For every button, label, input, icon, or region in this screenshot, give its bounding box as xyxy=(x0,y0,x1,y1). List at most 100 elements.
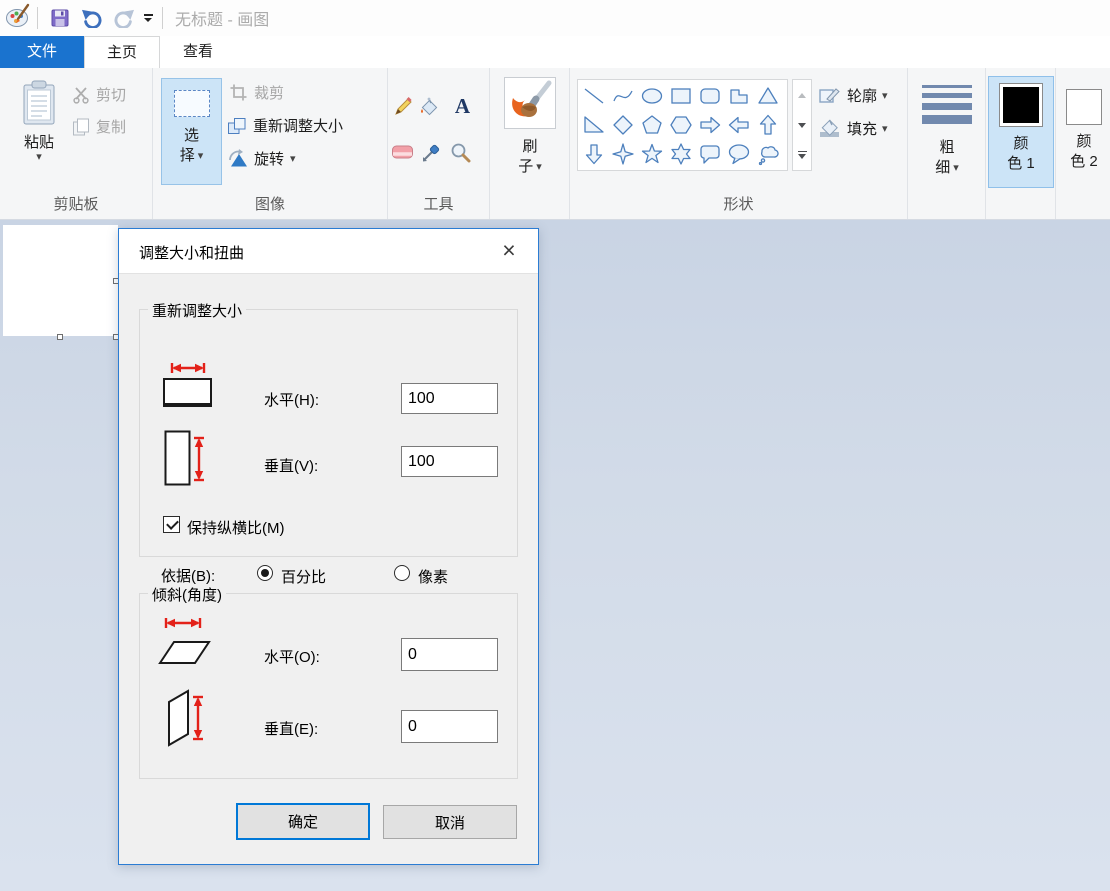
horizontal-skew-icon xyxy=(156,615,214,672)
shape-pentagon-icon[interactable] xyxy=(637,110,666,139)
line-thickness-icon xyxy=(922,85,972,129)
eraser-icon xyxy=(391,144,414,161)
brushes-button[interactable]: 刷 子▾ xyxy=(498,76,562,192)
size-label-1: 粗 xyxy=(939,138,954,158)
outline-dropdown-icon: ▾ xyxy=(882,91,888,101)
color2-label-1: 颜 xyxy=(1076,132,1091,152)
maintain-aspect-checkbox[interactable] xyxy=(163,516,180,533)
color2-label-2: 色 2 xyxy=(1070,152,1098,172)
shape-polygon-icon[interactable] xyxy=(724,81,753,110)
outline-label: 轮廓 xyxy=(847,85,877,106)
size-button[interactable]: 粗 细▾ xyxy=(914,76,980,192)
pixels-radio[interactable] xyxy=(394,565,410,581)
canvas[interactable] xyxy=(3,225,118,336)
shape-right-arrow-icon[interactable] xyxy=(695,110,724,139)
resize-vertical-input[interactable] xyxy=(401,446,498,477)
rotate-icon xyxy=(227,149,248,168)
text-tool-button[interactable]: A xyxy=(450,94,475,119)
redo-button[interactable] xyxy=(111,5,137,31)
shape-ellipse-icon[interactable] xyxy=(637,81,666,110)
resize-icon xyxy=(227,117,247,135)
shape-rectangle-icon[interactable] xyxy=(666,81,695,110)
ribbon-tabs: 文件 主页 查看 xyxy=(0,36,1110,68)
shape-oval-callout-icon[interactable] xyxy=(724,139,753,168)
paint-logo-icon xyxy=(5,3,31,34)
pencil-tool-button[interactable] xyxy=(390,94,415,119)
shape-left-arrow-icon[interactable] xyxy=(724,110,753,139)
image-group-label: 图像 xyxy=(153,193,387,214)
tab-file[interactable]: 文件 xyxy=(0,36,84,68)
skew-horizontal-label: 水平(O): xyxy=(264,646,320,667)
percent-radio[interactable] xyxy=(257,565,273,581)
outline-button[interactable]: 轮廓 ▾ xyxy=(818,85,888,106)
save-icon xyxy=(50,8,70,28)
color2-swatch-frame xyxy=(1066,89,1102,125)
magnifier-tool-button[interactable] xyxy=(448,140,473,165)
undo-button[interactable] xyxy=(79,5,105,31)
shapes-scroll-down-button[interactable] xyxy=(793,110,811,140)
shapes-more-button[interactable] xyxy=(793,140,811,170)
crop-icon xyxy=(229,83,248,102)
shape-four-point-star-icon[interactable] xyxy=(608,139,637,168)
by-label: 依据(B): xyxy=(161,565,215,586)
select-button[interactable]: 选 择▾ xyxy=(161,78,222,185)
vertical-resize-icon xyxy=(163,429,207,494)
title-bar: 无标题 - 画图 xyxy=(0,0,1110,36)
canvas-resize-handle-bottom[interactable] xyxy=(57,334,63,340)
magnifier-icon xyxy=(450,142,471,163)
tab-view[interactable]: 查看 xyxy=(160,36,236,68)
title-separator xyxy=(162,7,163,29)
paste-button[interactable]: 粘贴 ▾ xyxy=(10,78,68,186)
skew-vertical-input[interactable] xyxy=(401,710,498,743)
shape-five-point-star-icon[interactable] xyxy=(637,139,666,168)
shape-diamond-icon[interactable] xyxy=(608,110,637,139)
skew-group-label: 倾斜(角度) xyxy=(148,584,226,605)
color1-button[interactable]: 颜 色 1 xyxy=(988,76,1054,188)
shape-right-triangle-icon[interactable] xyxy=(579,110,608,139)
save-button[interactable] xyxy=(47,5,73,31)
tab-home[interactable]: 主页 xyxy=(84,36,160,68)
copy-button[interactable]: 复制 xyxy=(72,116,126,137)
dialog-title: 调整大小和扭曲 xyxy=(139,242,244,263)
rotate-button[interactable]: 旋转 ▾ xyxy=(227,148,296,169)
group-brushes: 刷 子▾ xyxy=(490,68,570,219)
group-shapes: 轮廓 ▾ 填充 ▾ 形状 xyxy=(570,68,908,219)
resize-horizontal-input[interactable] xyxy=(401,383,498,414)
shapes-scroll-up-button[interactable] xyxy=(793,80,811,110)
cancel-button[interactable]: 取消 xyxy=(383,805,517,839)
resize-horizontal-label: 水平(H): xyxy=(264,389,319,410)
crop-button[interactable]: 裁剪 xyxy=(229,82,284,103)
resize-button[interactable]: 重新调整大小 xyxy=(227,115,343,136)
work-area: 调整大小和扭曲 × 重新调整大小 依据(B): 百分比 像素 xyxy=(0,220,1110,891)
qat-customize-dropdown[interactable] xyxy=(140,8,156,28)
color-picker-tool-button[interactable] xyxy=(418,140,443,165)
skew-horizontal-input[interactable] xyxy=(401,638,498,671)
select-dropdown-icon: ▾ xyxy=(198,151,204,161)
shape-curve-icon[interactable] xyxy=(608,81,637,110)
group-image: 选 择▾ 裁剪 重新调整大小 xyxy=(153,68,388,219)
shape-down-arrow-icon[interactable] xyxy=(579,139,608,168)
brush-icon xyxy=(504,77,556,129)
shape-triangle-icon[interactable] xyxy=(753,81,782,110)
close-icon[interactable]: × xyxy=(494,235,524,265)
color2-button[interactable]: 颜 色 2 xyxy=(1058,82,1110,188)
shape-rounded-rectangle-icon[interactable] xyxy=(695,81,724,110)
cut-button[interactable]: 剪切 xyxy=(72,84,126,105)
shape-up-arrow-icon[interactable] xyxy=(753,110,782,139)
select-label-2: 择 xyxy=(180,146,195,166)
shape-six-point-star-icon[interactable] xyxy=(666,139,695,168)
brushes-label-1: 刷 xyxy=(522,137,537,157)
shape-cloud-callout-icon[interactable] xyxy=(753,139,782,168)
dialog-title-bar[interactable]: 调整大小和扭曲 × xyxy=(119,229,538,274)
resize-skew-dialog: 调整大小和扭曲 × 重新调整大小 依据(B): 百分比 像素 xyxy=(118,228,539,865)
shape-hexagon-icon[interactable] xyxy=(666,110,695,139)
shape-line-icon[interactable] xyxy=(579,81,608,110)
paste-label: 粘贴 xyxy=(24,131,54,152)
fill-button[interactable]: 填充 ▾ xyxy=(818,118,888,139)
fill-tool-button[interactable] xyxy=(416,94,441,119)
shape-rounded-callout-icon[interactable] xyxy=(695,139,724,168)
eraser-tool-button[interactable] xyxy=(390,140,415,165)
ok-button[interactable]: 确定 xyxy=(236,803,370,840)
color1-label-2: 色 1 xyxy=(1007,154,1035,174)
shapes-scrollbar xyxy=(792,79,812,171)
